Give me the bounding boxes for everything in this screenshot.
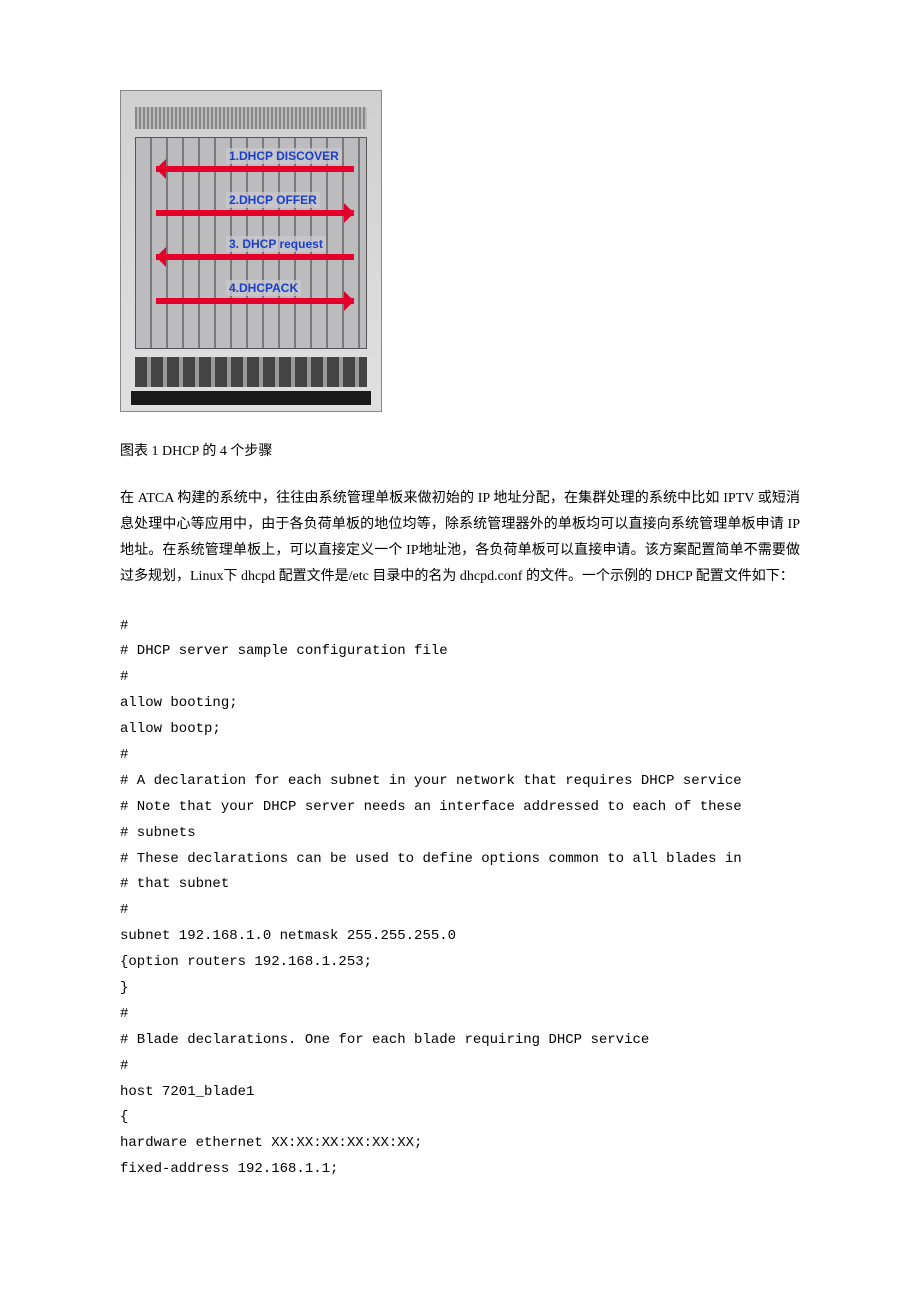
dhcp-step-label: 2.DHCP OFFER bbox=[226, 192, 320, 208]
arrow-right-icon bbox=[156, 210, 354, 216]
dhcp-step-label: 3. DHCP request bbox=[226, 236, 326, 252]
dhcp-step: 4.DHCPACK bbox=[226, 280, 354, 316]
arrow-left-icon bbox=[156, 166, 354, 172]
dhcp-config-code: # # DHCP server sample configuration fil… bbox=[120, 614, 800, 1184]
dhcp-step: 2.DHCP OFFER bbox=[226, 192, 354, 228]
body-paragraph: 在 ATCA 构建的系统中，往往由系统管理单板来做初始的 IP 地址分配，在集群… bbox=[120, 486, 800, 590]
dhcp-step-label: 4.DHCPACK bbox=[226, 280, 301, 296]
dhcp-step: 3. DHCP request bbox=[226, 236, 354, 272]
chassis-bottom bbox=[135, 357, 367, 387]
arrow-right-icon bbox=[156, 298, 354, 304]
dhcp-step: 1.DHCP DISCOVER bbox=[226, 148, 354, 184]
dhcp-step-label: 1.DHCP DISCOVER bbox=[226, 148, 342, 164]
dhcp-figure: 1.DHCP DISCOVER 2.DHCP OFFER 3. DHCP req… bbox=[120, 90, 382, 412]
document-page: 1.DHCP DISCOVER 2.DHCP OFFER 3. DHCP req… bbox=[0, 0, 920, 1223]
chassis-slots: 1.DHCP DISCOVER 2.DHCP OFFER 3. DHCP req… bbox=[135, 137, 367, 349]
figure-caption: 图表 1 DHCP 的 4 个步骤 bbox=[120, 440, 800, 460]
arrow-left-icon bbox=[156, 254, 354, 260]
chassis-top bbox=[135, 107, 367, 129]
chassis-base bbox=[131, 391, 371, 405]
dhcp-steps-overlay: 1.DHCP DISCOVER 2.DHCP OFFER 3. DHCP req… bbox=[136, 138, 366, 316]
